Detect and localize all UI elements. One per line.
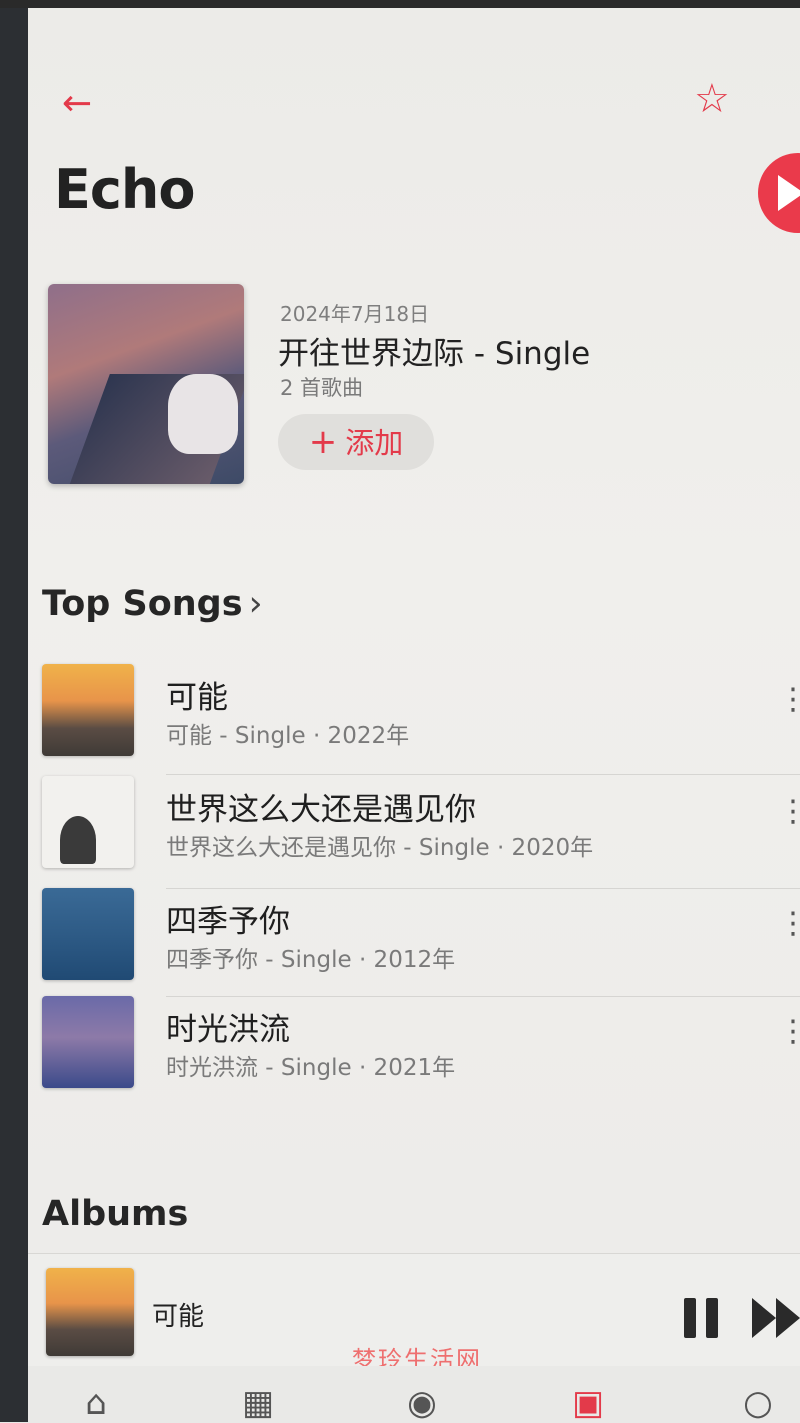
add-button-label: 添加 bbox=[345, 426, 404, 460]
top-songs-heading: Top Songs bbox=[42, 584, 243, 624]
release-date: 2024年7月18日 bbox=[280, 302, 430, 326]
song-row[interactable]: 可能 可能 - Single · 2022年 ⋮ bbox=[28, 664, 800, 774]
home-icon[interactable]: ⌂ bbox=[66, 1384, 126, 1422]
page-title: Echo bbox=[54, 158, 195, 221]
song-subtitle: 可能 - Single · 2022年 bbox=[166, 723, 410, 749]
song-subtitle: 世界这么大还是遇见你 - Single · 2020年 bbox=[166, 835, 594, 861]
pause-icon[interactable] bbox=[684, 1298, 720, 1338]
library-icon[interactable]: ▣ bbox=[558, 1384, 618, 1422]
now-playing-art bbox=[46, 1268, 134, 1356]
song-title: 四季予你 bbox=[166, 904, 290, 940]
plus-icon: + bbox=[308, 422, 338, 462]
radio-icon[interactable]: ◉ bbox=[392, 1384, 452, 1422]
tab-bar: ⌂ ▦ ◉ ▣ ○ bbox=[28, 1366, 800, 1422]
song-title: 世界这么大还是遇见你 bbox=[166, 792, 476, 828]
top-songs-header[interactable]: Top Songs › bbox=[42, 584, 263, 624]
song-title: 时光洪流 bbox=[166, 1012, 290, 1048]
status-bar bbox=[0, 0, 800, 8]
more-options-icon[interactable]: ⋮ bbox=[778, 797, 800, 846]
song-row[interactable]: 时光洪流 时光洪流 - Single · 2021年 ⋮ bbox=[28, 996, 800, 1106]
song-art bbox=[42, 664, 134, 756]
song-row[interactable]: 世界这么大还是遇见你 世界这么大还是遇见你 - Single · 2020年 ⋮ bbox=[28, 776, 800, 886]
albums-heading: Albums bbox=[42, 1194, 189, 1234]
search-icon[interactable]: ○ bbox=[728, 1384, 788, 1422]
device-bezel bbox=[0, 0, 28, 1422]
add-button[interactable]: + 添加 bbox=[278, 414, 434, 470]
release-title[interactable]: 开往世界边际 - Single bbox=[278, 328, 590, 373]
song-art bbox=[42, 996, 134, 1088]
chevron-right-icon: › bbox=[248, 584, 263, 624]
release-track-count: 2 首歌曲 bbox=[280, 376, 364, 400]
album-art-figure bbox=[168, 374, 238, 454]
now-playing-title: 可能 bbox=[152, 1302, 205, 1332]
divider bbox=[166, 774, 800, 775]
play-button[interactable] bbox=[758, 153, 800, 233]
song-row[interactable]: 四季予你 四季予你 - Single · 2012年 ⋮ bbox=[28, 888, 800, 998]
browse-grid-icon[interactable]: ▦ bbox=[228, 1384, 288, 1422]
more-options-icon[interactable]: ⋮ bbox=[778, 685, 800, 734]
artist-page: ← ☆ Echo 2024年7月18日 开往世界边际 - Single 2 首歌… bbox=[28, 8, 800, 1422]
song-title: 可能 bbox=[166, 680, 228, 716]
song-subtitle: 时光洪流 - Single · 2021年 bbox=[166, 1055, 456, 1081]
arrow-left-icon[interactable]: ← bbox=[62, 84, 102, 124]
more-options-icon[interactable]: ⋮ bbox=[778, 909, 800, 958]
featured-album-art[interactable] bbox=[48, 284, 244, 484]
song-subtitle: 四季予你 - Single · 2012年 bbox=[166, 947, 456, 973]
song-art-figure bbox=[60, 816, 96, 864]
more-options-icon[interactable]: ⋮ bbox=[778, 1017, 800, 1066]
play-icon bbox=[778, 175, 800, 211]
next-track-icon[interactable] bbox=[752, 1298, 800, 1338]
song-art bbox=[42, 888, 134, 980]
song-art bbox=[42, 776, 134, 868]
star-icon[interactable]: ☆ bbox=[694, 76, 740, 122]
